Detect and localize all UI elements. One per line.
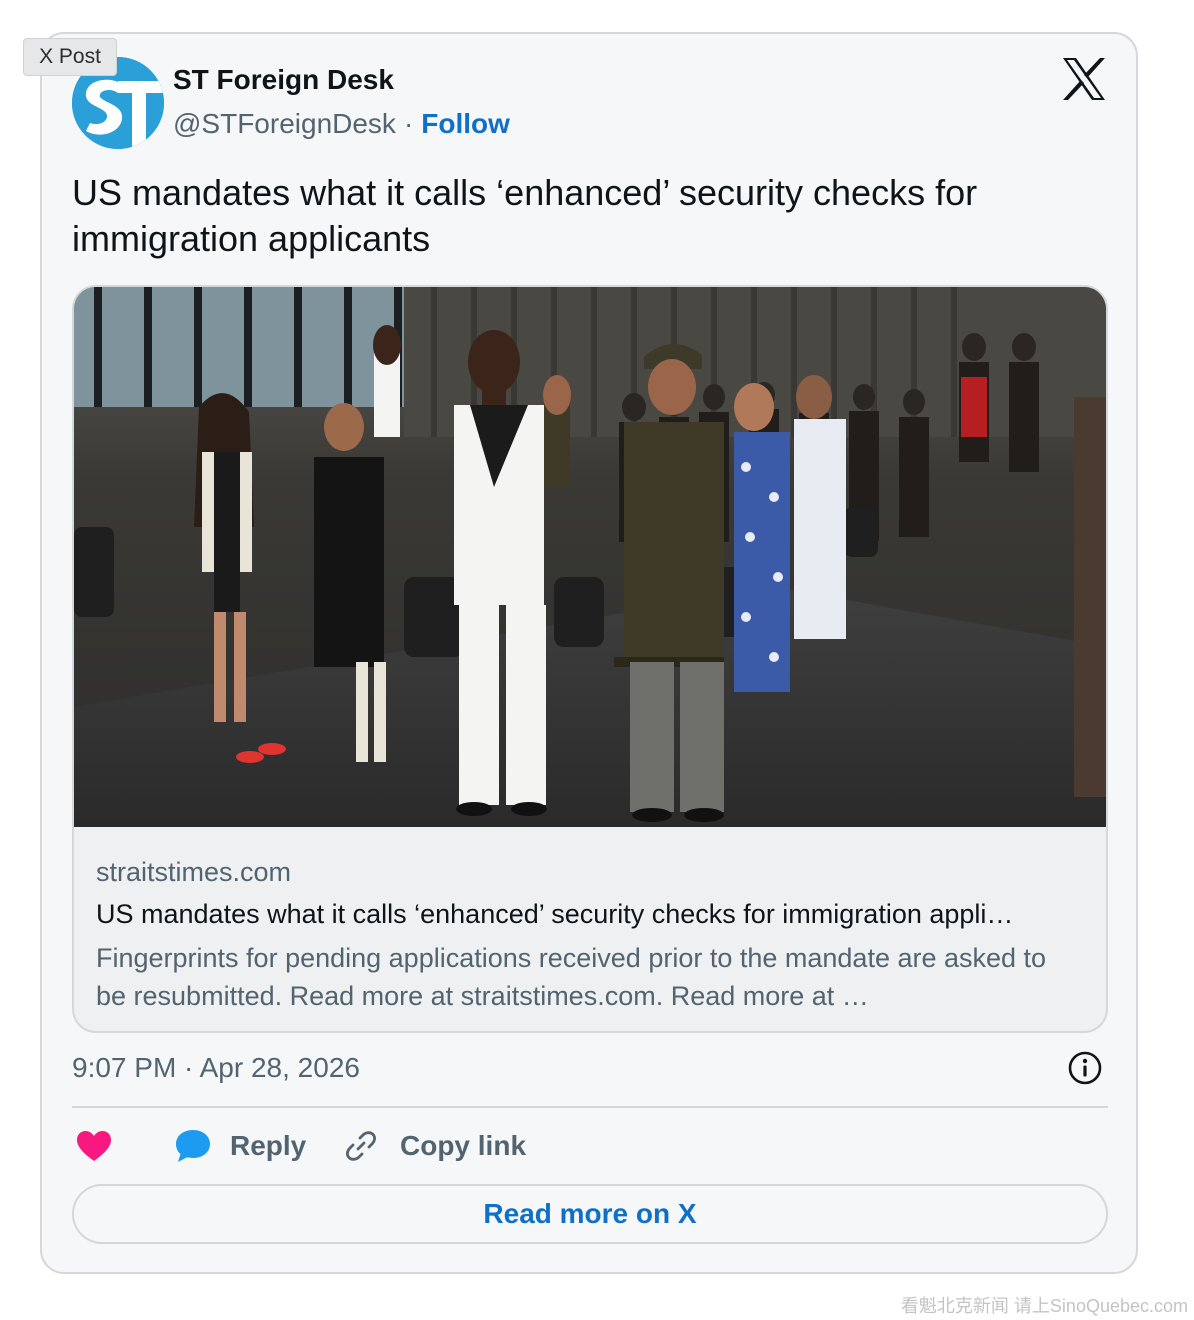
follow-button[interactable]: Follow	[421, 108, 510, 140]
link-preview-card[interactable]: straitstimes.com US mandates what it cal…	[72, 285, 1108, 1033]
watermark-text: 看魁北克新闻 请上SinoQuebec.com	[900, 1296, 1188, 1316]
separator-dot: ·	[403, 108, 414, 139]
copy-link-label: Copy link	[400, 1130, 527, 1161]
reply-icon	[176, 1130, 210, 1162]
copy-link-button[interactable]: Copy link	[343, 1124, 526, 1168]
article-photo	[74, 287, 1106, 827]
heart-icon	[77, 1131, 111, 1161]
link-card-domain: straitstimes.com	[96, 857, 292, 887]
author-name[interactable]: ST Foreign Desk	[173, 64, 394, 96]
x-logo-icon[interactable]	[1062, 58, 1106, 100]
link-icon	[346, 1131, 376, 1161]
link-card-description: Fingerprints for pending applications re…	[96, 943, 1047, 1011]
divider	[72, 1106, 1108, 1108]
reply-button[interactable]: Reply	[174, 1124, 306, 1168]
author-handle-row: @STForeignDesk · Follow	[173, 108, 510, 140]
link-card-title: US mandates what it calls ‘enhanced’ sec…	[96, 899, 1014, 929]
like-button[interactable]	[76, 1124, 112, 1168]
author-handle[interactable]: @STForeignDesk	[173, 108, 396, 140]
post-timestamp[interactable]: 9:07 PM · Apr 28, 2026	[72, 1052, 360, 1084]
x-post-tag: X Post	[23, 38, 117, 76]
read-more-on-x-button[interactable]: Read more on X	[72, 1184, 1108, 1244]
reply-label: Reply	[230, 1130, 307, 1161]
info-icon[interactable]	[1067, 1050, 1103, 1086]
tweet-text: US mandates what it calls ‘enhanced’ sec…	[72, 172, 978, 259]
